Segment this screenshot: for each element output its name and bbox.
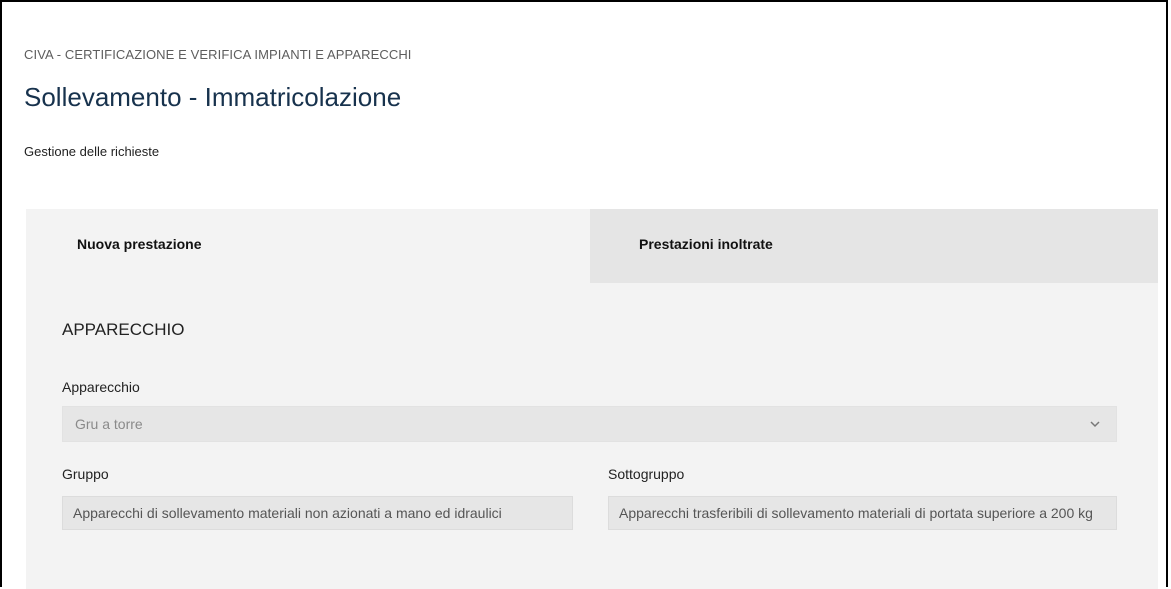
request-panel: Nuova prestazione Prestazioni inoltrate … [26, 209, 1158, 589]
tab-label: Prestazioni inoltrate [639, 236, 773, 252]
gruppo-value: Apparecchi di sollevamento materiali non… [73, 505, 502, 521]
page-frame: CIVA - CERTIFICAZIONE E VERIFICA IMPIANT… [0, 0, 1168, 589]
chevron-down-icon [1090, 421, 1100, 428]
apparecchio-value: Gru a torre [75, 416, 143, 432]
tab-label: Nuova prestazione [77, 236, 202, 252]
sottogruppo-label: Sottogruppo [608, 466, 685, 482]
sottogruppo-value: Apparecchi trasferibili di sollevamento … [619, 505, 1093, 521]
sottogruppo-field[interactable]: Apparecchi trasferibili di sollevamento … [608, 496, 1117, 530]
gruppo-label: Gruppo [62, 466, 109, 482]
section-title: APPARECCHIO [62, 320, 185, 339]
page-subtitle: Gestione delle richieste [24, 144, 160, 159]
tab-bar: Nuova prestazione Prestazioni inoltrate [26, 209, 1158, 283]
tab-nuova-prestazione[interactable]: Nuova prestazione [26, 209, 590, 283]
apparecchio-select[interactable]: Gru a torre [62, 406, 1117, 442]
gruppo-field[interactable]: Apparecchi di sollevamento materiali non… [62, 496, 573, 530]
page-title: Sollevamento - Immatricolazione [24, 82, 402, 112]
tab-prestazioni-inoltrate[interactable]: Prestazioni inoltrate [590, 209, 1158, 283]
breadcrumb: CIVA - CERTIFICAZIONE E VERIFICA IMPIANT… [24, 47, 412, 62]
apparecchio-label: Apparecchio [62, 379, 140, 395]
